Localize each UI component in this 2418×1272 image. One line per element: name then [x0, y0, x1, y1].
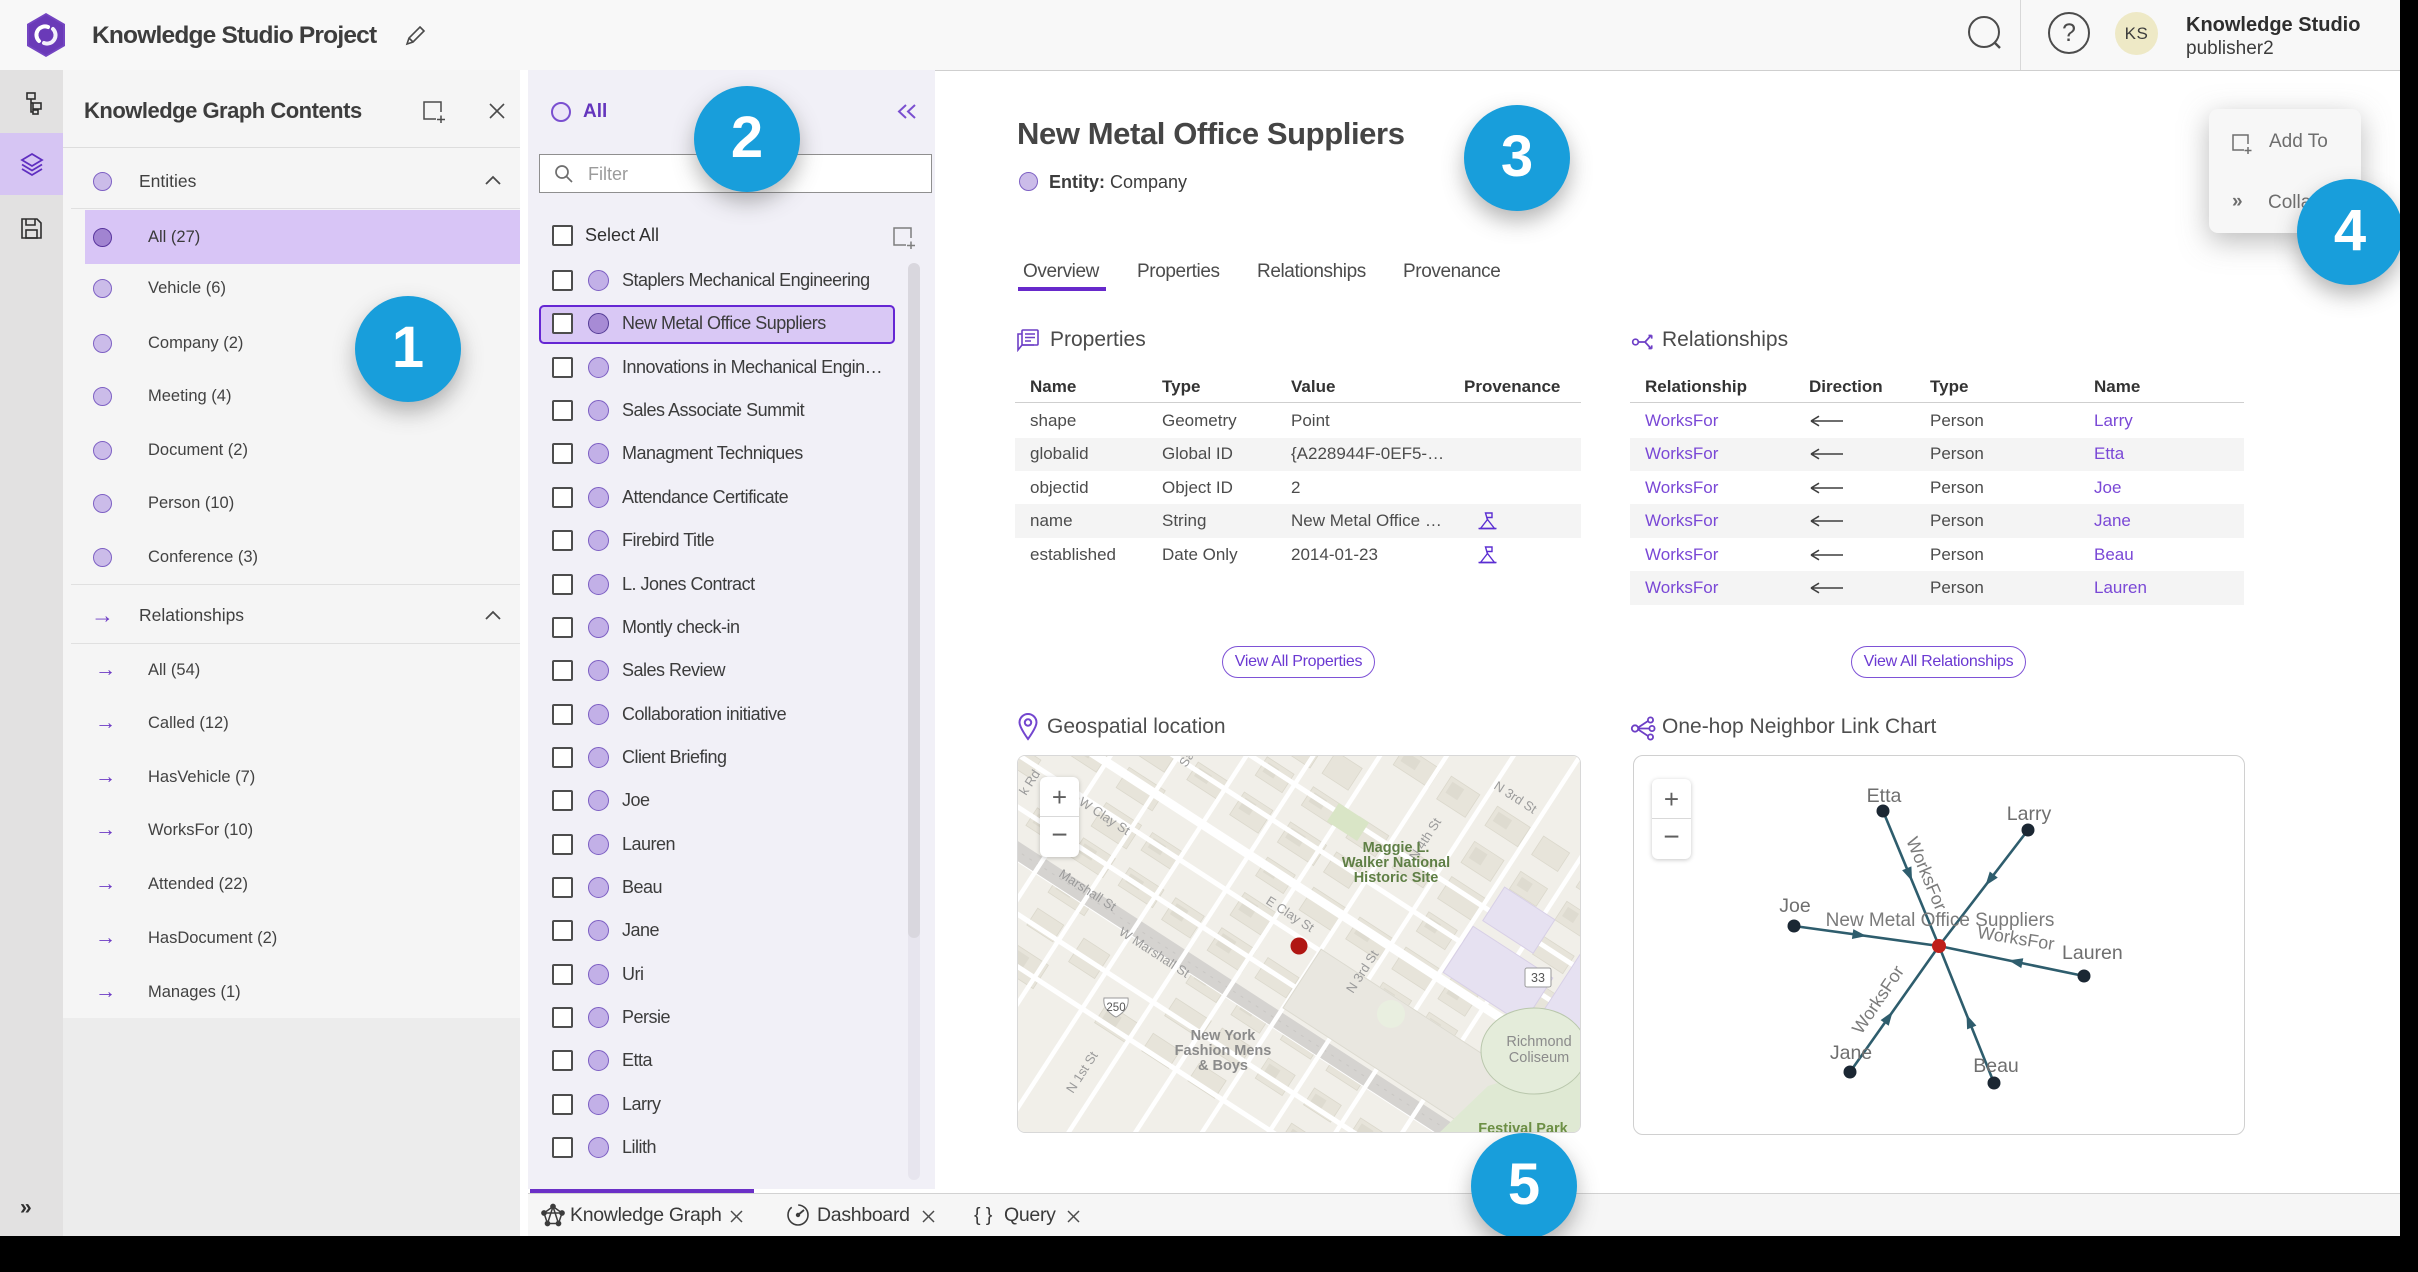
svg-text:WorksFor: WorksFor	[1848, 962, 1908, 1038]
svg-text:Festival Park: Festival Park	[1478, 1121, 1568, 1133]
svg-text:Historic Site: Historic Site	[1354, 870, 1439, 886]
svg-text:250: 250	[1106, 1002, 1125, 1014]
svg-text:Maggie L.: Maggie L.	[1363, 840, 1430, 856]
svg-text:Larry: Larry	[2007, 803, 2052, 825]
svg-text:Fashion Mens: Fashion Mens	[1175, 1043, 1272, 1059]
svg-text:Walker National: Walker National	[1342, 855, 1450, 871]
svg-text:Lauren: Lauren	[2062, 942, 2123, 964]
svg-text:New York: New York	[1191, 1028, 1257, 1044]
svg-text:33: 33	[1531, 971, 1545, 985]
svg-text:Joe: Joe	[1779, 895, 1810, 917]
svg-text:Jane: Jane	[1830, 1042, 1872, 1064]
svg-text:Beau: Beau	[1973, 1055, 2019, 1077]
svg-text:Coliseum: Coliseum	[1509, 1050, 1569, 1066]
svg-text:Richmond: Richmond	[1506, 1034, 1571, 1050]
svg-text:Etta: Etta	[1867, 785, 1902, 807]
svg-text:& Boys: & Boys	[1198, 1058, 1248, 1074]
